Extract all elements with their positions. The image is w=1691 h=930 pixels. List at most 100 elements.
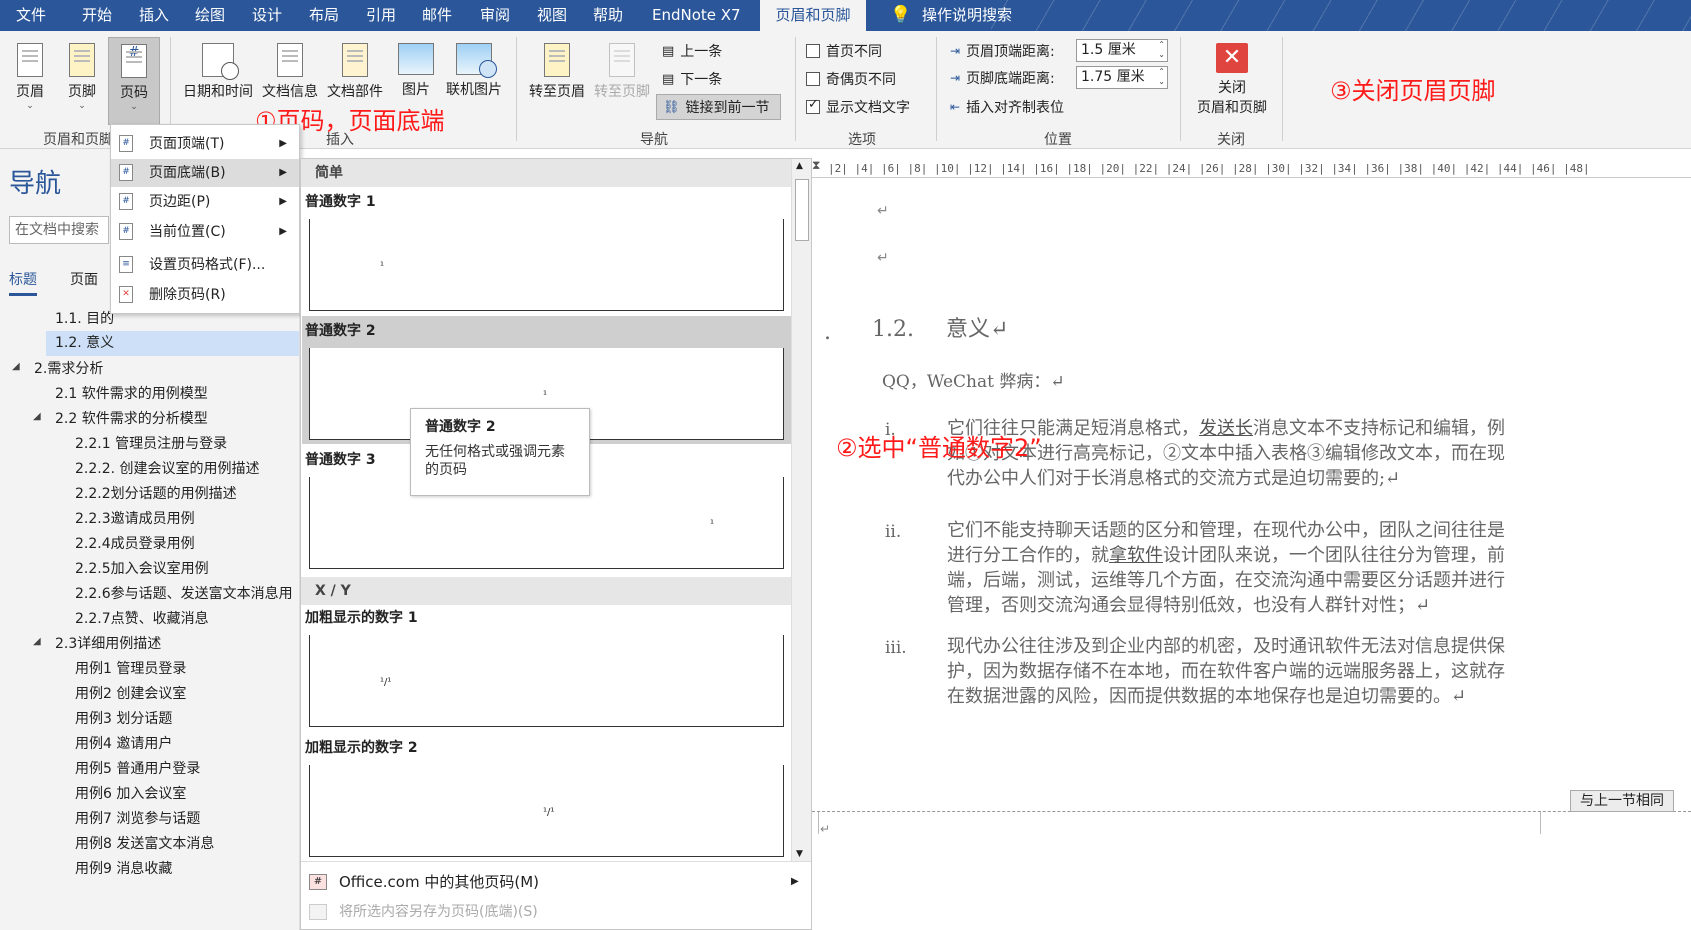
menu-item-page-margins[interactable]: # 页边距(P) ▶ (111, 188, 299, 216)
nav-search-input[interactable]: 在文档中搜索 (9, 216, 109, 244)
calendar-clock-icon (202, 43, 239, 80)
more-page-numbers-button[interactable]: # Office.com 中的其他页码(M) ▶ (301, 867, 811, 897)
picture-button[interactable]: 图片 (396, 43, 436, 99)
tab-insert[interactable]: 插入 (137, 0, 171, 31)
nav-heading[interactable]: 2.1 软件需求的用例模型 (55, 383, 208, 403)
save-selection-button[interactable]: 将所选内容另存为页码(底端)(S) (301, 897, 811, 927)
docinfo-button[interactable]: 文档信息 (260, 43, 320, 101)
nav-heading[interactable]: 2.2.1 管理员注册与登录 (75, 433, 227, 453)
nav-heading[interactable]: 2.3详细用例描述 (55, 633, 161, 653)
link-to-previous-button[interactable]: ⛓ 链接到前一节 (656, 94, 781, 120)
nav-heading[interactable]: 用例9 消息收藏 (75, 858, 172, 878)
menu-item-current-position[interactable]: # 当前位置(C) ▶ (111, 218, 299, 246)
header-button[interactable]: 页眉 ⌄ (12, 43, 48, 111)
tab-layout[interactable]: 布局 (307, 0, 341, 31)
menu-item-remove-page-numbers[interactable]: ✕ 删除页码(R) (111, 281, 299, 309)
paragraph-mark: ↵ (877, 203, 889, 219)
nav-heading[interactable]: 1.1. 目的 (55, 308, 114, 328)
close-header-footer-button[interactable]: ✕ 关闭 页眉和页脚 (1192, 43, 1272, 117)
menu-bar: 文件 开始 插入 绘图 设计 布局 引用 邮件 审阅 视图 帮助 EndNote… (0, 0, 1691, 31)
tell-me-search[interactable]: 操作说明搜索 (920, 0, 1014, 31)
tab-draw[interactable]: 绘图 (193, 0, 227, 31)
header-label: 页眉 (16, 84, 44, 100)
collapse-triangle-icon[interactable]: ◢ (33, 636, 41, 647)
nav-heading[interactable]: 2.2.6参与话题、发送富文本消息用 (75, 583, 299, 603)
save-selection-label: 将所选内容另存为页码(底端)(S) (339, 904, 538, 920)
nav-heading[interactable]: 用例8 发送富文本消息 (75, 833, 214, 853)
nav-heading-selected[interactable]: 1.2. 意义 (46, 331, 299, 356)
online-picture-button[interactable]: 联机图片 (442, 43, 506, 99)
nav-heading[interactable]: 用例6 加入会议室 (75, 783, 186, 803)
gallery-scrollbar[interactable]: ▲ ▼ (791, 159, 811, 861)
tab-endnote[interactable]: EndNote X7 (650, 0, 743, 31)
nav-heading[interactable]: 用例3 划分话题 (75, 708, 172, 728)
different-first-page-checkbox[interactable]: 首页不同 (806, 41, 882, 61)
nav-heading[interactable]: 2.2.4成员登录用例 (75, 533, 195, 553)
scroll-up-icon[interactable]: ▲ (796, 161, 803, 171)
titlebar-pattern (991, 0, 1691, 31)
tab-review[interactable]: 审阅 (478, 0, 512, 31)
alignment-tab-icon: ⇤ (950, 100, 961, 114)
next-button[interactable]: ▤ 下一条 (662, 69, 722, 89)
heading-text: 意义↵ (946, 317, 1009, 342)
tab-mailings[interactable]: 邮件 (420, 0, 454, 31)
group-label-navigation: 导航 (640, 132, 668, 148)
tab-help[interactable]: 帮助 (591, 0, 625, 31)
gallery-item-plain-number-1[interactable]: ¹ (309, 219, 784, 311)
chevron-down-icon: ⌄ (78, 101, 86, 111)
nav-heading[interactable]: 2.需求分析 (34, 358, 103, 378)
nav-heading[interactable]: 2.2.2. 创建会议室的用例描述 (75, 458, 260, 478)
tab-header-footer[interactable]: 页眉和页脚 (760, 0, 866, 31)
indent-marker-icon[interactable]: ⧗ (812, 158, 820, 173)
menu-item-format-page-numbers[interactable]: ≡ 设置页码格式(F)... (111, 251, 299, 279)
gallery-item-bold-number-2[interactable]: ¹/¹ (309, 765, 784, 857)
tooltip: 普通数字 2 无任何格式或强调元素的页码 (410, 408, 590, 496)
different-odd-even-checkbox[interactable]: 奇偶页不同 (806, 69, 896, 89)
submenu-arrow-icon: ▶ (791, 876, 799, 887)
nav-heading[interactable]: 2.2 软件需求的分析模型 (55, 408, 208, 428)
footer-bottom-distance-input[interactable]: 1.75 厘米 ⌃ ⌄ (1076, 66, 1168, 89)
gallery-item-title: 加粗显示的数字 2 (305, 740, 418, 756)
margin-line (1540, 812, 1541, 834)
show-document-text-checkbox[interactable]: 显示文档文字 (806, 97, 910, 117)
scroll-down-icon[interactable]: ▼ (796, 849, 803, 859)
previous-button[interactable]: ▤ 上一条 (662, 41, 722, 61)
menu-item-bottom-of-page[interactable]: # 页面底端(B) ▶ (111, 159, 299, 187)
docparts-button[interactable]: 文档部件 (325, 43, 385, 101)
page-number-gallery: 简单 普通数字 1 ¹ 普通数字 2 ¹ 普通数字 3 ¹ X / Y 加粗显示… (300, 158, 812, 930)
submenu-arrow-icon: ▶ (279, 226, 287, 237)
tab-references[interactable]: 引用 (364, 0, 398, 31)
header-top-distance-input[interactable]: 1.5 厘米 ⌃ ⌄ (1076, 39, 1168, 62)
goto-footer-button[interactable]: 转至页脚 (591, 43, 653, 101)
menu-item-top-of-page[interactable]: # 页面顶端(T) ▶ (111, 130, 299, 158)
document-page[interactable]: ↵ ↵ . 1.2. 意义↵ QQ，WeChat 弊病：↵ i. 它们往往只能满… (812, 178, 1691, 930)
nav-heading[interactable]: 用例7 浏览参与话题 (75, 808, 200, 828)
datetime-button[interactable]: 日期和时间 (180, 43, 256, 101)
footer-button[interactable]: 页脚 ⌄ (64, 43, 100, 111)
horizontal-ruler[interactable]: ⧗ |2| |4| |6| |8| |10| |12| |14| |16| |1… (812, 158, 1691, 178)
nav-tab-pages[interactable]: 页面 (70, 269, 98, 289)
next-label: 下一条 (680, 72, 723, 88)
tab-design[interactable]: 设计 (250, 0, 284, 31)
nav-heading[interactable]: 用例5 普通用户登录 (75, 758, 200, 778)
nav-heading[interactable]: 2.2.2划分话题的用例描述 (75, 483, 237, 503)
tab-view[interactable]: 视图 (535, 0, 569, 31)
nav-heading[interactable]: 2.2.3邀请成员用例 (75, 508, 195, 528)
list-number: ii. (885, 522, 902, 542)
scrollbar-thumb[interactable] (795, 179, 809, 241)
collapse-triangle-icon[interactable]: ◢ (12, 361, 20, 372)
tooltip-description: 无任何格式或强调元素的页码 (425, 444, 565, 478)
nav-heading[interactable]: 2.2.7点赞、收藏消息 (75, 608, 209, 628)
nav-heading[interactable]: 用例2 创建会议室 (75, 683, 186, 703)
nav-heading[interactable]: 用例4 邀请用户 (75, 733, 172, 753)
nav-heading[interactable]: 2.2.5加入会议室用例 (75, 558, 209, 578)
nav-heading[interactable]: 用例1 管理员登录 (75, 658, 186, 678)
goto-header-button[interactable]: 转至页眉 (526, 43, 588, 101)
gallery-item-bold-number-1[interactable]: ¹/¹ (309, 635, 784, 727)
page-number-button[interactable]: # 页码 ⌄ (108, 37, 160, 125)
collapse-triangle-icon[interactable]: ◢ (33, 411, 41, 422)
tab-home[interactable]: 开始 (80, 0, 114, 31)
nav-tab-headings[interactable]: 标题 (9, 269, 37, 296)
tab-file[interactable]: 文件 (14, 0, 48, 31)
insert-alignment-tab-button[interactable]: ⇤ 插入对齐制表位 (950, 97, 1064, 117)
